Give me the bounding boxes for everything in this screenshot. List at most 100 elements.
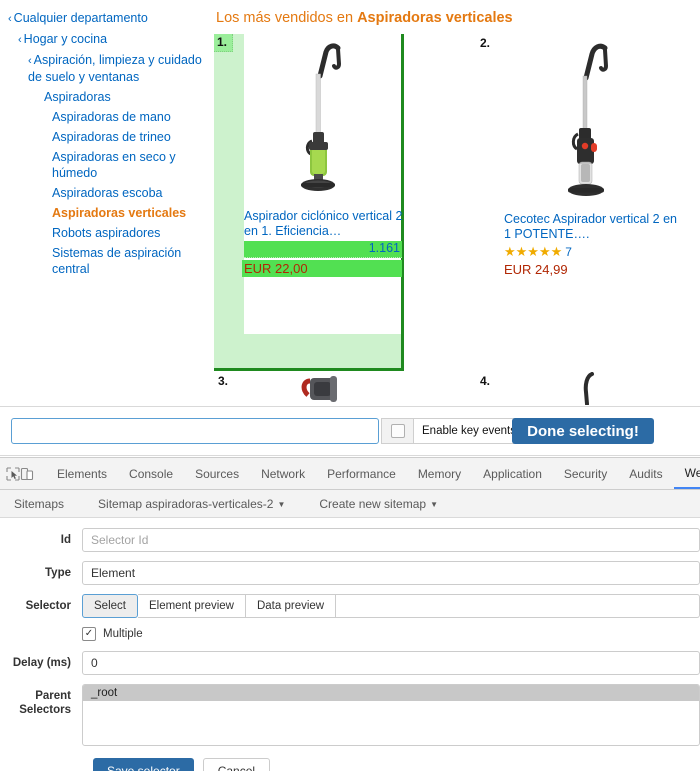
parent-selectors-label-line2: Selectors [19, 704, 71, 716]
tab-security[interactable]: Security [553, 458, 618, 489]
category-nav-item-5[interactable]: Aspiradoras de trineo [52, 127, 212, 147]
create-new-sitemap-menu[interactable]: Create new sitemap ▼ [319, 497, 438, 511]
parent-selectors-label-line1: Parent [35, 690, 71, 702]
multiple-checkbox-row: ✓ Multiple [0, 627, 700, 641]
web-scraper-sitemap-bar: Sitemaps Sitemap aspiradoras-verticales-… [0, 490, 700, 518]
create-new-sitemap-label: Create new sitemap [319, 496, 427, 511]
data-preview-button[interactable]: Data preview [245, 594, 337, 618]
multiple-checkbox-label: Multiple [103, 628, 143, 640]
product-rank-4: 4. [480, 374, 491, 388]
select-button[interactable]: Select [82, 594, 138, 618]
category-nav-label: Cualquier departamento [13, 11, 148, 25]
form-row-selector: Selector Select Element preview Data pre… [0, 594, 700, 618]
form-row-delay: Delay (ms) [0, 651, 700, 675]
product-4-image-vacuum-handle[interactable] [570, 372, 610, 405]
category-nav-item-10[interactable]: Sistemas de aspiración central [52, 243, 212, 279]
product-2-image-vacuum-red[interactable] [550, 42, 640, 202]
tab-elements[interactable]: Elements [46, 458, 118, 489]
category-nav-item-2[interactable]: ‹ Aspiración, limpieza y cuidado de suelo… [28, 50, 212, 87]
selector-type-input[interactable] [82, 561, 700, 585]
product-rank-3: 3. [218, 374, 229, 388]
css-selector-input[interactable] [11, 418, 379, 444]
category-nav-item-4[interactable]: Aspiradoras de mano [52, 107, 212, 127]
devtools-panel: Elements Console Sources Network Perform… [0, 457, 700, 771]
category-nav-item-0[interactable]: ‹ Cualquier departamento [8, 8, 212, 29]
type-field-label: Type [45, 567, 71, 579]
chevron-left-icon: ‹ [28, 55, 32, 67]
selector-button-group: Select Element preview Data preview [82, 594, 700, 618]
form-row-id: Id [0, 528, 700, 552]
product-1-price-row: EUR 22,00 [242, 260, 402, 277]
selector-value-field[interactable] [336, 594, 700, 618]
tab-sources[interactable]: Sources [184, 458, 250, 489]
category-nav-label: Aspiradoras de mano [52, 110, 171, 124]
parent-selectors-label: Parent Selectors [0, 684, 82, 746]
bestsellers-heading-prefix: Los más vendidos en [216, 10, 358, 26]
category-nav-item-8-selected[interactable]: Aspiradoras verticales [52, 203, 212, 223]
selector-edit-form: Id Type Selector Select Element preview … [0, 518, 700, 771]
tab-application[interactable]: Application [472, 458, 553, 489]
parent-selector-option-root[interactable]: _root [83, 685, 699, 701]
current-sitemap-menu[interactable]: Sitemap aspiradoras-verticales-2 ▼ [98, 497, 285, 511]
product-2-stars: ★★★★★ [504, 244, 563, 259]
product-1-rating-row[interactable]: 1.161 [244, 241, 402, 258]
product-rank-1: 1. [214, 34, 234, 52]
product-2-title[interactable]: Cecotec Aspirador vertical 2 en 1 POTENT… [504, 212, 684, 242]
tab-memory[interactable]: Memory [407, 458, 472, 489]
enable-key-events-checkbox[interactable] [381, 418, 414, 444]
tab-performance[interactable]: Performance [316, 458, 407, 489]
product-2-rating-count: 7 [565, 245, 572, 259]
chevron-left-icon: ‹ [18, 34, 22, 46]
product-1-price: EUR 22,00 [244, 261, 308, 276]
inspect-element-icon[interactable] [6, 458, 20, 489]
cancel-button[interactable]: Cancel [202, 758, 271, 771]
product-2-price: EUR 24,99 [504, 262, 568, 277]
form-row-type: Type [0, 561, 700, 585]
category-nav-item-3[interactable]: Aspiradoras [44, 87, 212, 107]
category-nav-label: Aspiradoras en seco y húmedo [52, 150, 176, 180]
tab-web-scraper[interactable]: Web Scraper [673, 458, 700, 489]
parent-selectors-listbox[interactable]: _root [82, 684, 700, 746]
current-sitemap-label: Sitemap aspiradoras-verticales-2 [98, 496, 274, 511]
device-toolbar-icon[interactable] [20, 458, 34, 489]
sitemaps-menu[interactable]: Sitemaps [14, 497, 64, 511]
chevron-down-icon: ▼ [430, 499, 438, 509]
multiple-checkbox[interactable]: ✓ [82, 627, 96, 641]
category-nav-item-7[interactable]: Aspiradoras escoba [52, 183, 212, 203]
selector-field-label: Selector [25, 600, 71, 612]
tab-audits[interactable]: Audits [618, 458, 673, 489]
web-scraper-selection-toolbar: Enable key events Done selecting! [0, 406, 700, 456]
product-2-rating[interactable]: ★★★★★ 7 [504, 244, 572, 260]
tab-console[interactable]: Console [118, 458, 184, 489]
tab-network[interactable]: Network [250, 458, 316, 489]
web-page-area: ‹ Cualquier departamento ‹ Hogar y cocina … [0, 0, 700, 405]
devtools-tab-bar: Elements Console Sources Network Perform… [0, 458, 700, 490]
enable-key-events-label: Enable key events [414, 418, 524, 444]
category-nav-item-6[interactable]: Aspiradoras en seco y húmedo [52, 147, 212, 183]
selector-id-input[interactable] [82, 528, 700, 552]
sitemaps-menu-label: Sitemaps [14, 496, 65, 511]
category-nav-item-9[interactable]: Robots aspiradores [52, 223, 212, 243]
category-breadcrumb-nav: ‹ Cualquier departamento ‹ Hogar y cocina … [0, 8, 212, 279]
product-1-rating-count: 1.161 [368, 241, 400, 255]
done-selecting-button[interactable]: Done selecting! [512, 418, 654, 444]
delay-input[interactable] [82, 651, 700, 675]
category-nav-label: Sistemas de aspiración central [52, 246, 182, 276]
chevron-left-icon: ‹ [8, 13, 12, 25]
category-nav-label: Aspiradoras verticales [52, 206, 187, 220]
delay-field-label: Delay (ms) [12, 657, 71, 669]
product-3-image-vacuum-handheld[interactable] [300, 372, 350, 405]
product-rank-2: 2. [480, 36, 491, 50]
category-nav-label: Aspiradoras escoba [52, 186, 163, 200]
category-nav-label: Aspiración, limpieza y cuidado de suelo … [28, 53, 202, 84]
product-1-title[interactable]: Aspirador ciclónico vertical 2 en 1. Efi… [244, 209, 404, 239]
chevron-down-icon: ▼ [277, 499, 286, 509]
category-nav-label: Robots aspiradores [52, 226, 161, 240]
category-nav-item-1[interactable]: ‹ Hogar y cocina [18, 29, 212, 50]
product-1-image-vacuum-green[interactable] [276, 42, 376, 197]
element-preview-button[interactable]: Element preview [137, 594, 246, 618]
save-selector-button[interactable]: Save selector [93, 758, 194, 771]
category-nav-label: Aspiradoras de trineo [52, 130, 171, 144]
id-field-label: Id [60, 534, 71, 546]
form-action-buttons: Save selector Cancel [0, 758, 700, 771]
